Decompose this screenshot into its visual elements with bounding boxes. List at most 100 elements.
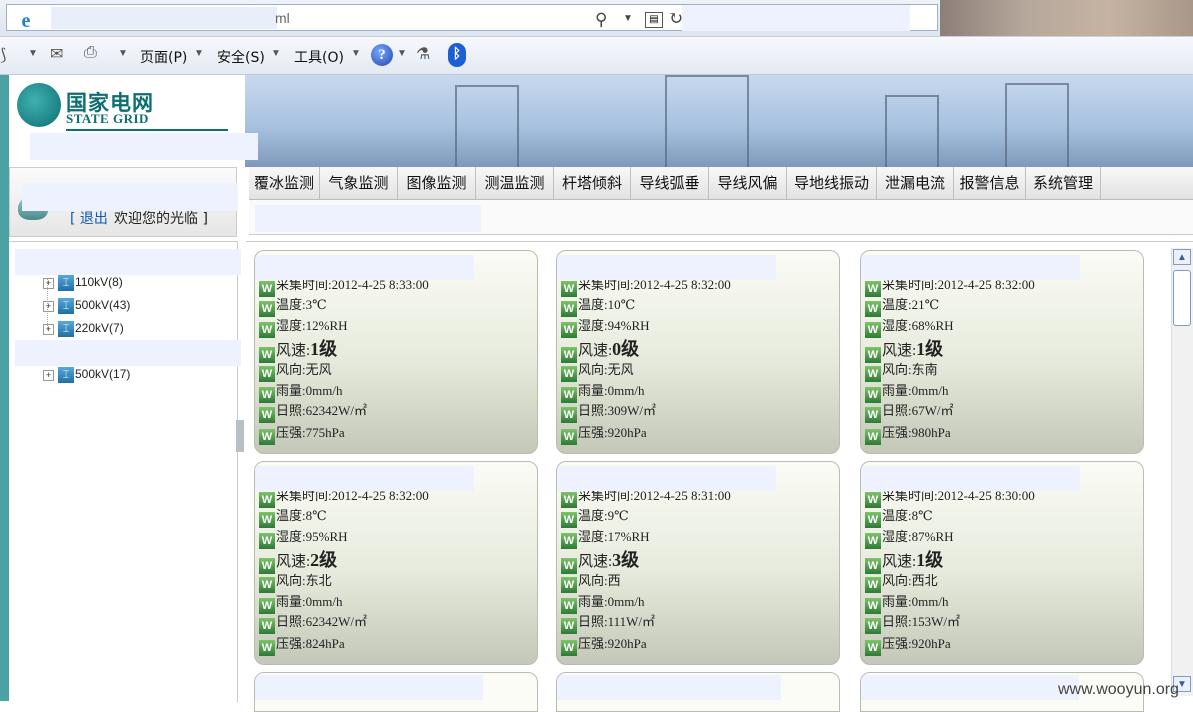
tab-system[interactable]: 系统管理 — [1026, 167, 1101, 199]
state-grid-logo-icon — [17, 83, 61, 127]
chevron-down-icon[interactable]: ▼ — [271, 48, 281, 59]
scroll-up-icon[interactable]: ▲ — [1173, 249, 1191, 265]
tab-windage[interactable]: 导线风偏 — [709, 167, 787, 199]
card-sun: W 日照:153W/㎡ — [865, 611, 960, 634]
card-direction-text: 风向:西北 — [882, 573, 938, 588]
weather-station-icon: W — [865, 640, 881, 656]
card-rain-text: 雨量:0mm/h — [882, 383, 949, 398]
expand-icon[interactable]: + — [43, 300, 54, 312]
tab-image[interactable]: 图像监测 — [398, 167, 476, 199]
compatibility-view-icon[interactable]: ▤ — [645, 12, 663, 28]
print-icon[interactable]: ⎙ — [84, 44, 97, 62]
wind-value: 3级 — [612, 550, 640, 570]
card-redaction — [557, 255, 776, 280]
tab-sag[interactable]: 导线弧垂 — [631, 167, 709, 199]
card-pressure-text: 压强:920hPa — [578, 636, 647, 651]
card-humidity-text: 湿度:68%RH — [882, 318, 954, 333]
scroll-thumb[interactable] — [1173, 270, 1191, 326]
wind-value: 2级 — [310, 550, 338, 570]
weather-station-icon: W — [259, 618, 275, 634]
card-direction-text: 风向:无风 — [578, 362, 634, 377]
chevron-down-icon[interactable]: ▼ — [194, 48, 204, 59]
wind-value: 0级 — [612, 339, 640, 359]
card-humidity-text: 湿度:12%RH — [276, 318, 348, 333]
search-icon[interactable]: ⚲ — [595, 10, 607, 30]
tab-tower-tilt[interactable]: 杆塔倾斜 — [554, 167, 631, 199]
url-text: ml — [275, 10, 290, 26]
tower-icon: ⌶ — [58, 321, 74, 337]
refresh-icon[interactable]: ↻ — [668, 8, 683, 29]
tree-node[interactable]: + ⌶ 500kV(17) — [43, 367, 130, 383]
site-banner: 国家电网 STATE GRID — [9, 75, 1193, 167]
panel-collapse-handle[interactable] — [236, 420, 244, 452]
user-panel: [ 退出 欢迎您的光临 ] — [9, 167, 238, 237]
card-redaction — [861, 255, 1080, 280]
menu-safety[interactable]: 安全(S) — [217, 47, 265, 67]
background-photo — [940, 0, 1193, 36]
expand-icon[interactable]: + — [43, 369, 54, 381]
menu-page[interactable]: 页面(P) — [140, 47, 187, 67]
research-icon[interactable]: ⚗ — [416, 44, 430, 64]
card-redaction — [255, 255, 474, 280]
weather-card[interactable]: W 采集时间:2012-4-25 8:32:00 W 温度:10℃ W 湿度:94%RH W… — [556, 250, 840, 454]
tab-alarms[interactable]: 报警信息 — [954, 167, 1026, 199]
card-direction: W 风向:西北 — [865, 570, 938, 593]
tree-node[interactable]: + ⌶ 110kV(8) — [43, 275, 123, 291]
card-direction: W 风向:无风 — [259, 359, 332, 382]
card-sun: W 日照:67W/㎡ — [865, 400, 954, 423]
weather-station-icon: W — [561, 407, 577, 423]
tab-vibration[interactable]: 导地线振动 — [787, 167, 877, 199]
card-temp: W 温度:8℃ — [865, 505, 933, 528]
tab-leakage[interactable]: 泄漏电流 — [877, 167, 954, 199]
weather-card[interactable]: W 采集时间:2012-4-25 8:33:00 W 温度:3℃ W 湿度:12%RH W 风… — [254, 250, 538, 454]
weather-card[interactable]: W 采集时间:2012-4-25 8:32:00 W 温度:21℃ W 湿度:68%RH W… — [860, 250, 1144, 454]
expand-icon[interactable]: + — [43, 277, 54, 289]
logo-underline — [66, 129, 228, 131]
card-redaction — [861, 466, 1080, 491]
card-sun-text: 日照:62342W/㎡ — [276, 403, 367, 418]
weather-card[interactable]: W 采集时间:2012-4-25 8:32:00 W 温度:8℃ W 湿度:95%RH W 风… — [254, 461, 538, 665]
card-sun-text: 日照:153W/㎡ — [882, 614, 960, 629]
window-edge — [0, 75, 9, 701]
rss-feed-icon[interactable]: ⟆ — [0, 45, 6, 65]
card-redaction — [557, 675, 781, 700]
chevron-down-icon[interactable]: ▼ — [351, 48, 361, 59]
card-sun: W 日照:62342W/㎡ — [259, 611, 367, 634]
card-pressure-text: 压强:824hPa — [276, 636, 345, 651]
menu-tools[interactable]: 工具(O) — [294, 47, 344, 67]
bluetooth-icon[interactable]: ᛒ — [448, 43, 466, 67]
wind-value: 1级 — [310, 339, 338, 359]
expand-icon[interactable]: + — [43, 323, 54, 335]
wind-label: 风速: — [578, 343, 613, 359]
card-sun-text: 日照:67W/㎡ — [882, 403, 954, 418]
chevron-down-icon[interactable]: ▼ — [397, 48, 407, 59]
chevron-down-icon[interactable]: ▼ — [118, 48, 128, 59]
card-direction: W 风向:无风 — [561, 359, 634, 382]
weather-card[interactable]: W 采集时间:2012-4-25 8:30:00 W 温度:8℃ W 湿度:87%RH W 风… — [860, 461, 1144, 665]
browser-address-bar: e ml ⚲ ▼ ▤ ↻ — [0, 0, 1193, 37]
breadcrumb-redaction — [255, 205, 481, 232]
card-sun-text: 日照:62342W/㎡ — [276, 614, 367, 629]
card-humidity-text: 湿度:87%RH — [882, 529, 954, 544]
tab-weather[interactable]: 气象监测 — [320, 167, 398, 199]
weather-card[interactable]: W 采集时间:2012-4-25 8:31:00 W 温度:9℃ W 湿度:17%RH W 风… — [556, 461, 840, 665]
tree-node[interactable]: + ⌶ 500kV(43) — [43, 298, 130, 314]
card-direction-text: 风向:西 — [578, 573, 621, 588]
watermark: www.wooyun.org — [1058, 681, 1179, 698]
weather-station-icon: W — [865, 429, 881, 445]
wind-label: 风速: — [578, 554, 613, 570]
chevron-down-icon[interactable]: ▼ — [623, 13, 633, 24]
logout-link[interactable]: [ 退出 — [70, 208, 108, 228]
tab-temperature[interactable]: 测温监测 — [476, 167, 554, 199]
user-redaction — [22, 183, 238, 211]
ie-logo-icon: e — [21, 10, 31, 32]
weather-station-icon: W — [561, 618, 577, 634]
wind-label: 风速: — [276, 554, 311, 570]
content-scrollbar[interactable]: ▲ ▼ — [1171, 248, 1193, 696]
card-direction-text: 风向:无风 — [276, 362, 332, 377]
chevron-down-icon[interactable]: ▼ — [28, 48, 38, 59]
tree-node[interactable]: + ⌶ 220kV(7) — [43, 321, 124, 337]
tab-icing[interactable]: 覆冰监测 — [249, 167, 320, 199]
mail-icon[interactable]: ✉ — [50, 44, 63, 64]
help-icon[interactable]: ? — [371, 44, 393, 66]
